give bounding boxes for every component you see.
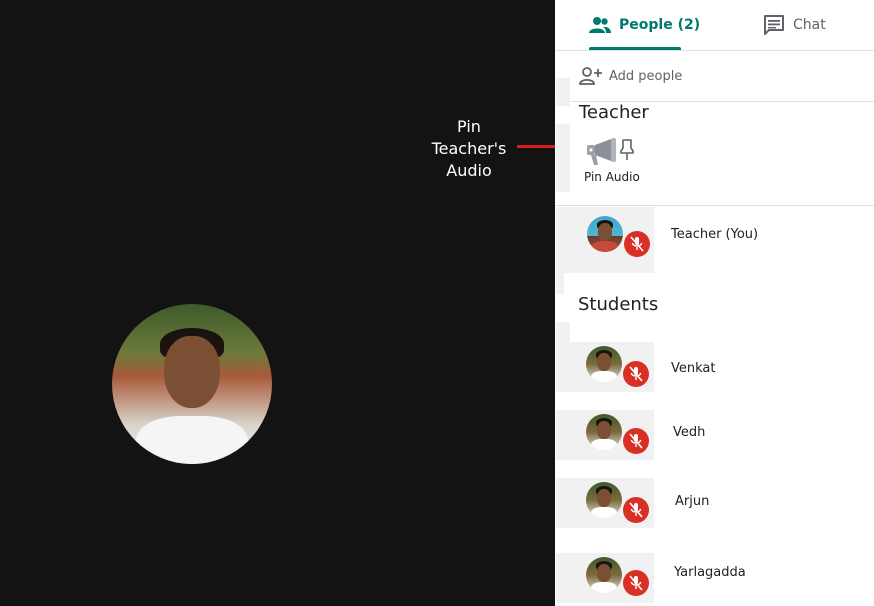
tab-people-label: People (2) [619,17,701,33]
placeholder-block [556,124,570,192]
annotation-line-1: Pin [457,117,481,136]
placeholder-block [556,322,570,342]
participant-name: Venkat [671,361,716,376]
mic-off-icon[interactable] [623,570,649,596]
add-people-button[interactable]: Add people [579,62,682,90]
section-title-students: Students [578,294,659,315]
placeholder-block [556,78,570,106]
pin-icon[interactable] [619,139,635,161]
avatar-face [164,336,220,408]
participant-row-student[interactable]: Vedh [555,410,874,460]
participant-row-teacher[interactable]: Teacher (You) [555,207,874,273]
participant-row-student[interactable]: Arjun [555,478,874,528]
mic-off-icon[interactable] [624,231,650,257]
pin-audio-controls[interactable] [585,137,645,167]
participant-name: Vedh [673,425,706,440]
video-stage [0,0,555,606]
participant-name: Arjun [675,494,710,509]
avatar [586,346,622,382]
participant-name: Teacher (You) [671,227,759,242]
divider [555,205,874,206]
tab-people[interactable]: People (2) [589,0,700,50]
avatar [587,216,623,252]
chat-icon [763,15,785,35]
avatar [586,482,622,518]
megaphone-icon[interactable] [585,137,619,167]
people-panel: People (2) Chat Add people Teacher Pin A… [555,0,874,606]
participant-name: Yarlagadda [674,565,746,580]
participant-row-student[interactable]: Venkat [555,342,874,392]
pin-audio-label: Pin Audio [584,170,640,184]
annotation-line-3: Audio [446,161,492,180]
avatar-shirt [136,416,248,464]
tab-chat-label: Chat [793,17,826,33]
avatar [586,557,622,593]
tab-chat[interactable]: Chat [763,0,826,50]
mic-off-icon[interactable] [623,361,649,387]
people-icon [589,16,611,34]
add-people-label: Add people [609,68,683,84]
annotation-line-2: Teacher's [431,139,507,158]
avatar [586,414,622,450]
section-title-teacher: Teacher [579,102,649,123]
annotation-callout: Pin Teacher's Audio [420,116,518,182]
mic-off-icon[interactable] [623,497,649,523]
panel-tabs: People (2) Chat [555,0,874,51]
mic-off-icon[interactable] [623,428,649,454]
participant-avatar-large [112,304,272,464]
add-person-icon [579,67,603,85]
participant-row-student[interactable]: Yarlagadda [555,553,874,603]
placeholder-block [556,270,564,294]
